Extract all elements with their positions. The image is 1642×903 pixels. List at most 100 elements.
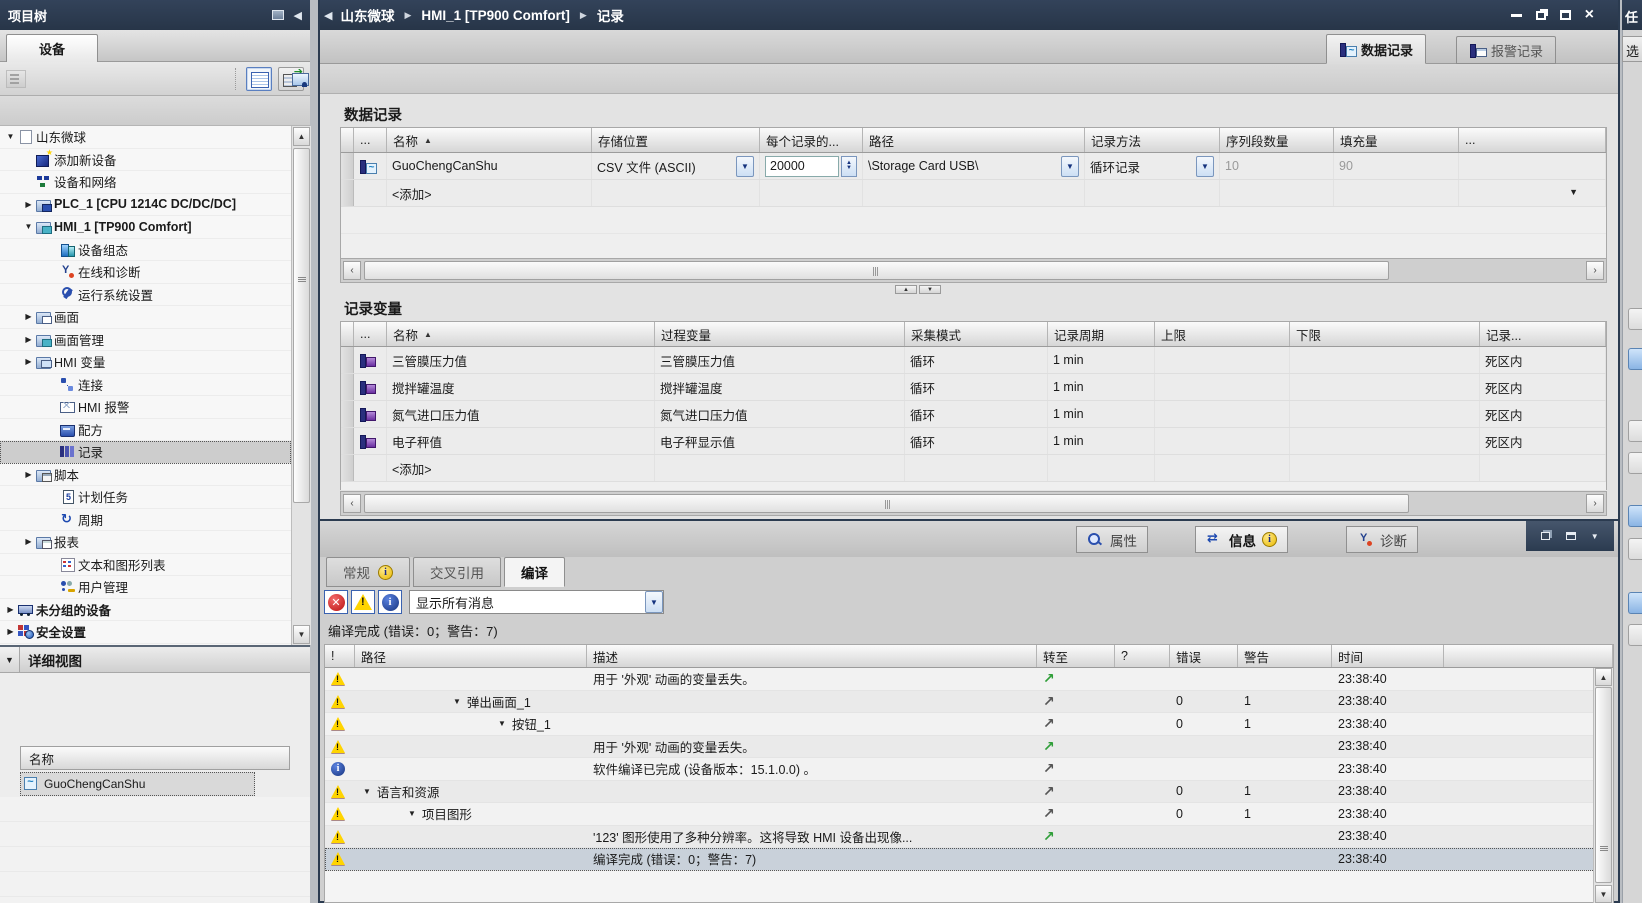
- tree-item-text-lists[interactable]: 文本和图形列表: [0, 554, 291, 577]
- path-dropdown[interactable]: \Storage Card USB\▼: [863, 153, 1085, 179]
- chevron-down-icon[interactable]: ▼: [645, 591, 663, 613]
- task-button[interactable]: [1628, 505, 1642, 527]
- tree-scrollbar[interactable]: ▲ ▼: [291, 126, 311, 645]
- message-row[interactable]: ▼语言和资源 01 23:38:40: [325, 781, 1613, 804]
- scroll-left-icon[interactable]: ‹: [343, 261, 361, 280]
- minimize-icon[interactable]: [1511, 14, 1522, 17]
- collapse-panel-icon[interactable]: ◀: [294, 9, 302, 22]
- data-log-row[interactable]: GuoChengCanShu CSV 文件 (ASCII)▼ 20000▲▼ \…: [341, 153, 1606, 180]
- task-button[interactable]: [1628, 592, 1642, 614]
- goto-icon[interactable]: [1043, 738, 1055, 755]
- tree-item-device-config[interactable]: 设备组态: [0, 239, 291, 262]
- tree-item-plc1[interactable]: ▶PLC_1 [CPU 1214C DC/DC/DC]: [0, 194, 291, 217]
- breadcrumb-editor[interactable]: 记录: [597, 5, 624, 25]
- restore-icon[interactable]: [1536, 11, 1546, 20]
- collapse-icon[interactable]: ▼: [363, 787, 371, 796]
- message-row[interactable]: 用于 '外观' 动画的变量丢失。 23:38:40: [325, 736, 1613, 759]
- goto-icon[interactable]: [1043, 783, 1055, 800]
- tree-item-runtime-settings[interactable]: 运行系统设置: [0, 284, 291, 307]
- tree-item-screen-mgmt[interactable]: ▶画面管理: [0, 329, 291, 352]
- goto-icon[interactable]: [1043, 805, 1055, 822]
- message-filter-dropdown[interactable]: 显示所有消息 ▼: [409, 590, 664, 614]
- message-row[interactable]: ▼弹出画面_1 01 23:38:40: [325, 691, 1613, 714]
- log-tags-hscrollbar[interactable]: ‹ ›: [340, 491, 1607, 516]
- tree-sort-icon[interactable]: [6, 70, 26, 88]
- embed-window-icon[interactable]: [1566, 532, 1576, 540]
- maximize-icon[interactable]: [1560, 10, 1571, 20]
- tree-item-security-settings[interactable]: ▶安全设置: [0, 621, 291, 644]
- detail-view-column-header[interactable]: 名称: [20, 746, 290, 770]
- records-per-field[interactable]: 20000▲▼: [760, 153, 863, 179]
- tree-item-logs[interactable]: 记录: [0, 441, 291, 464]
- message-row[interactable]: i 软件编译已完成 (设备版本：15.1.0.0) 。 23:38:40: [325, 758, 1613, 781]
- float-panel-icon[interactable]: [272, 10, 284, 20]
- goto-icon[interactable]: [1043, 693, 1055, 710]
- task-button[interactable]: [1628, 624, 1642, 646]
- data-log-hscrollbar[interactable]: ‹ ›: [340, 258, 1607, 283]
- scrollbar-thumb[interactable]: [364, 261, 1389, 280]
- filter-info-button[interactable]: i: [378, 590, 402, 614]
- task-button[interactable]: [1628, 420, 1642, 442]
- tree-item-ungrouped-devices[interactable]: ▶未分组的设备: [0, 599, 291, 622]
- expand-icon[interactable]: ▶: [4, 605, 17, 614]
- tree-item-online-diag[interactable]: 在线和诊断: [0, 261, 291, 284]
- tab-info[interactable]: 信息 i: [1195, 526, 1288, 553]
- tab-data-logs[interactable]: 数据记录: [1326, 34, 1426, 64]
- task-button[interactable]: [1628, 308, 1642, 330]
- tab-diagnostics[interactable]: 诊断: [1346, 526, 1418, 553]
- message-row[interactable]: '123' 图形使用了多种分辨率。这将导致 HMI 设备出现像... 23:38…: [325, 826, 1613, 849]
- scroll-right-icon[interactable]: ›: [1586, 261, 1604, 280]
- goto-icon[interactable]: [1043, 828, 1055, 845]
- tree-item-user-admin[interactable]: 用户管理: [0, 576, 291, 599]
- expand-icon[interactable]: ▶: [22, 335, 35, 344]
- tree-item-screens[interactable]: ▶画面: [0, 306, 291, 329]
- scroll-up-icon[interactable]: ▲: [293, 127, 310, 146]
- goto-icon[interactable]: [1043, 670, 1055, 687]
- chevron-down-icon[interactable]: ▼: [736, 156, 754, 177]
- storage-dropdown[interactable]: CSV 文件 (ASCII)▼: [592, 153, 760, 179]
- tree-item-project-root[interactable]: ▼山东微球: [0, 126, 291, 149]
- task-button[interactable]: [1628, 538, 1642, 560]
- close-icon[interactable]: ×: [1585, 10, 1594, 20]
- collapse-section-icon[interactable]: ▼: [1569, 187, 1578, 197]
- tab-alarm-logs[interactable]: 报警记录: [1456, 36, 1556, 64]
- breadcrumb-device[interactable]: HMI_1 [TP900 Comfort]: [421, 8, 570, 23]
- message-row[interactable]: 用于 '外观' 动画的变量丢失。 23:38:40: [325, 668, 1613, 691]
- message-scrollbar[interactable]: ▲ ▼: [1593, 668, 1613, 903]
- runtime-preview-icon[interactable]: [292, 72, 309, 87]
- filter-warnings-button[interactable]: [351, 590, 375, 614]
- log-tag-row[interactable]: 搅拌罐温度搅拌罐温度 循环1 min 死区内: [341, 374, 1606, 401]
- expand-icon[interactable]: ▼: [22, 222, 35, 231]
- tree-item-scheduled-tasks[interactable]: 计划任务: [0, 486, 291, 509]
- splitter-up-icon[interactable]: ▲: [895, 285, 917, 294]
- float-window-icon[interactable]: [1541, 532, 1550, 540]
- goto-icon[interactable]: [1043, 760, 1055, 777]
- scroll-down-icon[interactable]: ▼: [1595, 885, 1612, 903]
- scroll-up-icon[interactable]: ▲: [1595, 668, 1612, 686]
- chevron-down-icon[interactable]: ▼: [1061, 156, 1079, 177]
- tree-item-devices-networks[interactable]: 设备和网络: [0, 171, 291, 194]
- collapse-pane-icon[interactable]: ▼: [1591, 532, 1599, 541]
- scroll-down-icon[interactable]: ▼: [293, 625, 310, 644]
- pane-splitter[interactable]: ▲▼: [895, 285, 941, 294]
- back-icon[interactable]: ◀: [324, 9, 332, 22]
- subtab-general[interactable]: 常规 i: [326, 557, 410, 587]
- chevron-down-icon[interactable]: ▼: [1196, 156, 1214, 177]
- spinner-icon[interactable]: ▲▼: [841, 156, 857, 177]
- collapse-detail-view-icon[interactable]: ▼: [0, 647, 20, 672]
- tree-item-cycles[interactable]: 周期: [0, 509, 291, 532]
- add-log-row[interactable]: <添加>: [341, 180, 1606, 207]
- scrollbar-thumb[interactable]: [1595, 687, 1612, 883]
- collapse-icon[interactable]: ▼: [408, 809, 416, 818]
- tree-item-hmi-tags[interactable]: ▶HMI 变量: [0, 351, 291, 374]
- scroll-right-icon[interactable]: ›: [1586, 494, 1604, 513]
- goto-icon[interactable]: [1043, 715, 1055, 732]
- subtab-cross-references[interactable]: 交叉引用: [413, 557, 501, 587]
- filter-errors-button[interactable]: ✕: [324, 590, 348, 614]
- message-row[interactable]: ▼按钮_1 01 23:38:40: [325, 713, 1613, 736]
- expand-icon[interactable]: ▶: [4, 627, 17, 636]
- expand-icon[interactable]: ▶: [22, 537, 35, 546]
- tree-item-add-device[interactable]: 添加新设备: [0, 149, 291, 172]
- expand-icon[interactable]: ▶: [22, 312, 35, 321]
- log-tag-row[interactable]: 电子秤值电子秤显示值 循环1 min 死区内: [341, 428, 1606, 455]
